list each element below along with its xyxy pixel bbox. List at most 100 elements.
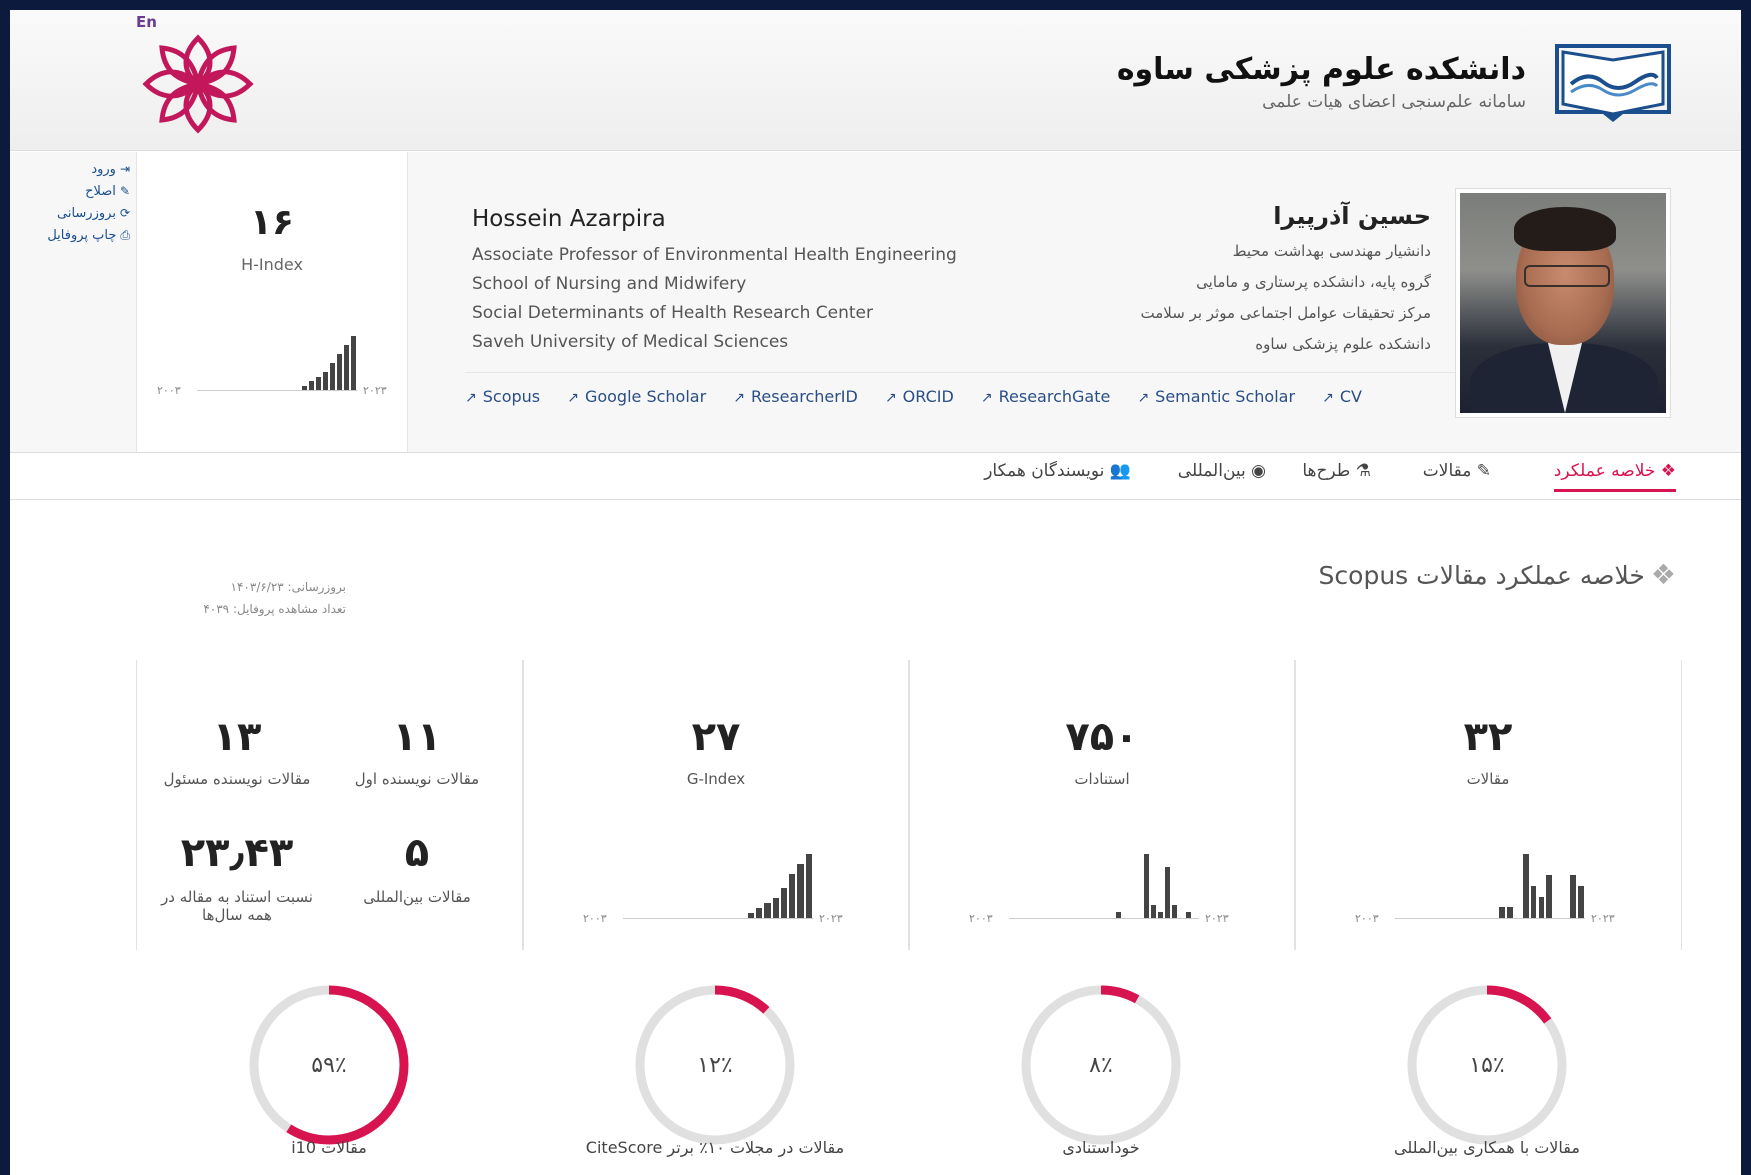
donut-percent: ۱۵٪ (1469, 1053, 1504, 1078)
cv-link[interactable]: ↗ CV (1322, 387, 1362, 406)
researcherid-link[interactable]: ↗ ResearcherID (733, 387, 858, 406)
update-date: بروزرسانی: ۱۴۰۳/۶/۲۳ (230, 580, 346, 594)
articles-bar (1530, 886, 1537, 918)
page-frame: En دانشکده علوم پزشکی ساوه سامانه علم‌سن… (10, 10, 1741, 1175)
edit-link[interactable]: ✎اصلاح (20, 184, 130, 199)
hindex-bar (344, 345, 350, 390)
researchgate-label: ResearchGate (998, 387, 1111, 406)
orcid-link[interactable]: ↗ ORCID (885, 387, 954, 406)
language-switch[interactable]: En (136, 13, 157, 31)
hindex-sparkline: ۲۰۰۳ ۲۰۲۳ (157, 332, 397, 397)
researcherid-label: ResearcherID (750, 387, 858, 406)
tab-summary-label: خلاصه عملکرد (1553, 461, 1656, 481)
hindex-baseline (197, 390, 357, 391)
gindex-sparkline: ۲۰۰۳ ۲۰۲۳ (583, 850, 853, 925)
tab-international-label: بین‌المللی (1177, 461, 1246, 481)
hindex-bar (330, 363, 336, 390)
donut-percent: ۱۲٪ (697, 1053, 732, 1078)
citations-bar (1164, 866, 1170, 918)
print-link[interactable]: ⎙چاپ پروفایل (20, 228, 130, 243)
login-link[interactable]: ⇥ورود (20, 162, 130, 177)
hindex-value: ۱۶ (250, 202, 294, 243)
persian-university: دانشکده علوم پزشکی ساوه (1255, 335, 1431, 353)
citations-sparkline: ۲۰۰۳ ۲۰۲۳ (969, 850, 1239, 925)
semantic-scholar-label: Semantic Scholar (1155, 387, 1296, 406)
semantic-scholar-link[interactable]: ↗ Semantic Scholar (1137, 387, 1295, 406)
tab-projects[interactable]: ⚗ طرح‌ها (1302, 461, 1371, 481)
citations-value: ۷۵۰ (1065, 714, 1139, 760)
articles-sparkline: ۲۰۰۳ ۲۰۲۳ (1355, 850, 1625, 925)
refresh-link[interactable]: ⟳بروزرسانی (20, 206, 130, 221)
update-info: بروزرسانی: ۱۴۰۳/۶/۲۳ تعداد مشاهده پروفای… (136, 580, 346, 616)
researchgate-link[interactable]: ↗ ResearchGate (981, 387, 1110, 406)
first-author-label: مقالات نویسنده اول (354, 770, 480, 788)
articles-bar (1522, 854, 1529, 918)
stat-block-articles: ۳۲ مقالات ۲۰۰۳ ۲۰۲۳ (1294, 660, 1682, 950)
profile-actions: ⇥ورود ✎اصلاح ⟳بروزرسانی ⎙چاپ پروفایل (20, 162, 130, 250)
hindex-end-year: ۲۰۲۳ (363, 384, 387, 397)
donut-label: مقالات i10 (291, 1138, 367, 1157)
citations-bar (1157, 911, 1163, 918)
section-title-text: خلاصه عملکرد مقالات (1416, 561, 1645, 590)
gindex-baseline (623, 918, 813, 919)
tab-articles[interactable]: ✎ مقالات (1423, 461, 1491, 481)
globe-icon: ◉ (1245, 461, 1266, 481)
sign-in-icon: ⇥ (119, 162, 130, 176)
gindex-bar (789, 873, 796, 918)
persian-name: حسین آذرپیرا (1273, 202, 1431, 230)
gindex-bar (764, 903, 771, 918)
cubes-icon: ❖ (1655, 461, 1676, 481)
external-link-icon: ↗ (884, 390, 897, 406)
hindex-bar (323, 372, 329, 390)
international-value: ۵ (404, 830, 430, 876)
articles-bar (1570, 875, 1577, 918)
stat-block-gindex: ۲۷ G-Index ۲۰۰۳ ۲۰۲۳ (522, 660, 910, 950)
articles-end-year: ۲۰۲۳ (1591, 912, 1615, 925)
cubes-icon: ❖ (1650, 558, 1676, 591)
donut-label: مقالات در مجلات ۱۰٪ برتر CiteScore (585, 1138, 845, 1157)
users-icon: 👥 (1104, 461, 1131, 481)
hindex-bar (302, 385, 308, 390)
donut-i10: ۵۹٪ (249, 985, 409, 1145)
pencil-icon: ✎ (119, 184, 130, 198)
profile-photo (1455, 188, 1671, 418)
tab-coauthors-label: نویسندگان همکار (984, 461, 1105, 481)
university-name: دانشکده علوم پزشکی ساوه (1116, 52, 1526, 87)
articles-bar (1538, 896, 1545, 918)
orcid-label: ORCID (902, 387, 954, 406)
citations-bar (1171, 905, 1177, 918)
external-link-icon: ↗ (733, 390, 745, 406)
tab-international[interactable]: ◉ بین‌المللی (1178, 461, 1266, 481)
persian-department: گروه پایه، دانشکده پرستاری و مامایی (1196, 273, 1431, 291)
articles-bar (1578, 886, 1584, 918)
ratio-label: نسبت استناد به مقاله در همه سال‌ها (161, 888, 313, 924)
tab-coauthors[interactable]: 👥 نویسندگان همکار (984, 461, 1131, 481)
google-scholar-link[interactable]: ↗ Google Scholar (567, 387, 706, 406)
section-title-suffix: Scopus (1318, 561, 1409, 590)
external-link-icon: ↗ (567, 390, 579, 406)
hindex-label: H-Index (241, 255, 303, 274)
gindex-bar (756, 908, 763, 918)
hindex-start-year: ۲۰۰۳ (157, 384, 181, 397)
persian-info: حسین آذرپیرا دانشیار مهندسی بهداشت محیط … (931, 202, 1431, 366)
gindex-bar (772, 898, 779, 918)
external-link-icon: ↗ (980, 390, 993, 406)
articles-baseline (1395, 918, 1585, 919)
citations-baseline (1009, 918, 1199, 919)
tab-summary[interactable]: ❖ خلاصه عملکرد (1553, 461, 1676, 492)
scopus-link[interactable]: ↗ Scopus (465, 387, 540, 406)
persian-center: مرکز تحقیقات عوامل اجتماعی موثر بر سلامت (1140, 304, 1431, 322)
stat-block-author: ۱۱ مقالات نویسنده اول ۱۳ مقالات نویسنده … (136, 660, 524, 950)
articles-start-year: ۲۰۰۳ (1355, 912, 1379, 925)
edit-label: اصلاح (85, 184, 116, 199)
hindex-box: ۱۶ H-Index ۲۰۰۳ ۲۰۲۳ (136, 152, 408, 452)
flask-icon: ⚗ (1350, 461, 1371, 481)
articles-bar (1506, 907, 1513, 918)
citations-bar (1143, 854, 1149, 918)
refresh-label: بروزرسانی (57, 206, 116, 221)
ratio-value: ۲۳٫۴۳ (180, 830, 294, 876)
login-label: ورود (91, 162, 116, 177)
persian-title: دانشیار مهندسی بهداشت محیط (1232, 242, 1431, 260)
articles-label: مقالات (1466, 770, 1510, 788)
donut-label: مقالات با همکاری بین‌المللی (1394, 1138, 1580, 1157)
